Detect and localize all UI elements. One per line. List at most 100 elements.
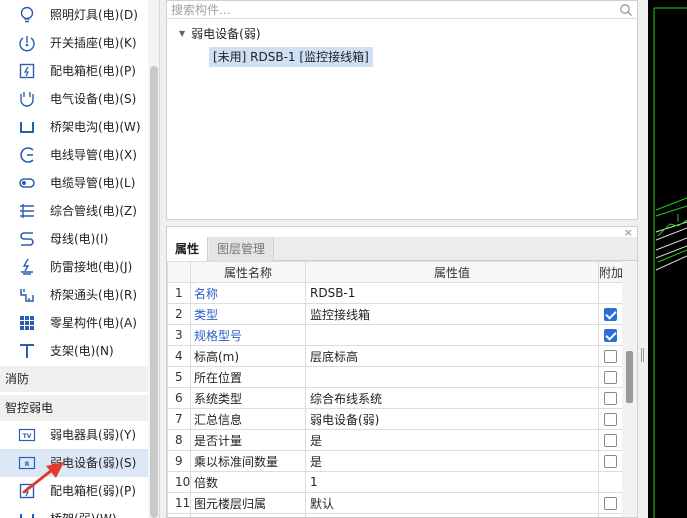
sidebar-item-electrical-equipment[interactable]: 电气设备(电)(S): [0, 85, 148, 113]
attach-checkbox[interactable]: [604, 455, 617, 468]
sidebar-item-label: 开关插座(电)(K): [50, 36, 137, 50]
sidebar-group-smart-weak-current[interactable]: 智控弱电: [0, 395, 148, 421]
row-index: 6: [167, 387, 191, 409]
property-value[interactable]: 1: [305, 471, 599, 493]
table-row[interactable]: 1 名称 RDSB-1: [167, 282, 623, 304]
attach-checkbox[interactable]: [604, 308, 617, 321]
caret-down-icon[interactable]: ▼: [179, 25, 185, 43]
search-input[interactable]: [169, 1, 609, 18]
column-header-attach: 附加: [598, 261, 623, 283]
attach-checkbox[interactable]: [604, 371, 617, 384]
property-value[interactable]: 弱电设备(弱): [305, 408, 599, 430]
properties-scrollbar-thumb[interactable]: [626, 351, 633, 403]
property-name: 名称: [190, 282, 306, 304]
sidebar-item-distribution-box[interactable]: 配电箱柜(电)(P): [0, 57, 148, 85]
sidebar-item-cable-conduit[interactable]: 电缆导管(电)(L): [0, 169, 148, 197]
sidebar-item-label: 电气设备(电)(S): [50, 92, 137, 106]
sidebar-item-busbar[interactable]: 母线(电)(I): [0, 225, 148, 253]
panel-splitter-grip[interactable]: [641, 348, 644, 362]
column-header-value: 属性值: [305, 261, 599, 283]
property-value[interactable]: RDSB-1: [305, 282, 599, 304]
weak-distribution-box-icon: [18, 482, 36, 500]
property-value[interactable]: [305, 513, 599, 517]
table-row[interactable]: 7 汇总信息 弱电设备(弱): [167, 408, 623, 430]
sidebar-item-bracket[interactable]: 支架(电)(N): [0, 337, 148, 365]
sidebar-group-fire-protection[interactable]: 消防: [0, 366, 148, 392]
sidebar-item-tray-fitting[interactable]: 桥架通头(电)(R): [0, 281, 148, 309]
tree-node-rdsb-1[interactable]: [未用] RDSB-1 [监控接线箱]: [209, 47, 373, 67]
attach-checkbox[interactable]: [604, 413, 617, 426]
table-row[interactable]: 11 图元楼层归属 默认: [167, 492, 623, 514]
attach-cell: [598, 387, 623, 409]
attach-checkbox[interactable]: [604, 329, 617, 342]
attach-checkbox[interactable]: [604, 434, 617, 447]
svg-text:TV: TV: [23, 433, 32, 440]
sidebar-item-weak-distribution-box[interactable]: 配电箱柜(弱)(P): [0, 477, 148, 505]
weak-tray-icon: [18, 510, 36, 518]
table-row[interactable]: 4 标高(m) 层底标高: [167, 345, 623, 367]
property-name: 规格型号: [190, 324, 306, 346]
misc-component-icon: [18, 314, 36, 332]
sidebar-item-lightning-grounding[interactable]: 防雷接地(电)(J): [0, 253, 148, 281]
sidebar-item-integrated-pipeline[interactable]: 综合管线(电)(Z): [0, 197, 148, 225]
search-box: [167, 1, 637, 19]
sidebar-item-label: 电缆导管(电)(L): [50, 176, 136, 190]
table-row[interactable]: 3 规格型号: [167, 324, 623, 346]
sidebar-item-cable-tray[interactable]: 桥架电沟(电)(W): [0, 113, 148, 141]
property-value[interactable]: 是: [305, 429, 599, 451]
tray-fitting-icon: [18, 286, 36, 304]
tab-layer-management[interactable]: 图层管理: [209, 237, 275, 261]
sidebar-item-label: 母线(电)(I): [50, 232, 109, 246]
table-row[interactable]: 5 所在位置: [167, 366, 623, 388]
lightning-grounding-icon: [18, 258, 36, 276]
table-row[interactable]: [167, 513, 623, 517]
sidebar-item-weak-tray[interactable]: 桥架(弱)(W): [0, 505, 148, 518]
sidebar-scrollbar-thumb[interactable]: [150, 66, 158, 518]
property-value[interactable]: 综合布线系统: [305, 387, 599, 409]
column-header-name: 属性名称: [190, 261, 306, 283]
attach-cell: [598, 429, 623, 451]
table-row[interactable]: 8 是否计量是: [167, 429, 623, 451]
row-index: 10: [167, 471, 191, 493]
tab-properties[interactable]: 属性: [167, 237, 209, 261]
sidebar-item-label: 照明灯具(电)(D): [50, 8, 138, 22]
table-row[interactable]: 9 乘以标准间数量是: [167, 450, 623, 472]
property-value[interactable]: [305, 366, 599, 388]
sidebar-item-wire-conduit[interactable]: 电线导管(电)(X): [0, 141, 148, 169]
table-row[interactable]: 2 类型 监控接线箱: [167, 303, 623, 325]
attach-checkbox[interactable]: [604, 392, 617, 405]
weak-equipment-icon: R: [18, 454, 36, 472]
sidebar-item-label: 电线导管(电)(X): [50, 148, 137, 162]
property-value[interactable]: 层底标高: [305, 345, 599, 367]
sidebar-item-weak-equipment[interactable]: R 弱电设备(弱)(S): [0, 449, 148, 477]
drawing-canvas[interactable]: [648, 0, 687, 518]
sidebar-item-label: 弱电器具(弱)(Y): [50, 428, 137, 442]
sidebar-item-lighting[interactable]: 照明灯具(电)(D): [0, 1, 148, 29]
property-value[interactable]: [305, 324, 599, 346]
property-value[interactable]: 监控接线箱: [305, 303, 599, 325]
integrated-pipeline-icon: [18, 202, 36, 220]
row-index: 9: [167, 450, 191, 472]
electrical-equipment-icon: [18, 90, 36, 108]
attach-checkbox[interactable]: [604, 350, 617, 363]
table-row[interactable]: 6 系统类型 综合布线系统: [167, 387, 623, 409]
property-name: 类型: [190, 303, 306, 325]
sidebar-item-misc-component[interactable]: 零星构件(电)(A): [0, 309, 148, 337]
table-header-row: 属性名称 属性值 附加: [167, 261, 623, 283]
table-row[interactable]: 10 倍数 1: [167, 471, 623, 493]
sidebar-item-switch-socket[interactable]: 开关插座(电)(K): [0, 29, 148, 57]
busbar-icon: [18, 230, 36, 248]
attach-checkbox[interactable]: [604, 497, 617, 510]
tv-device-icon: TV: [18, 426, 36, 444]
attach-cell: [598, 303, 623, 325]
sidebar-item-label: 综合管线(电)(Z): [50, 204, 137, 218]
search-icon[interactable]: [619, 3, 633, 17]
bulb-icon: [18, 6, 36, 24]
tree-node-weak-equipment[interactable]: ▼ 弱电设备(弱): [179, 25, 261, 43]
sidebar-item-weak-device[interactable]: TV 弱电器具(弱)(Y): [0, 421, 148, 449]
property-value[interactable]: 是: [305, 450, 599, 472]
row-index: 11: [167, 492, 191, 514]
sidebar-item-label: 零星构件(电)(A): [50, 316, 137, 330]
property-value[interactable]: 默认: [305, 492, 599, 514]
row-index: 8: [167, 429, 191, 451]
